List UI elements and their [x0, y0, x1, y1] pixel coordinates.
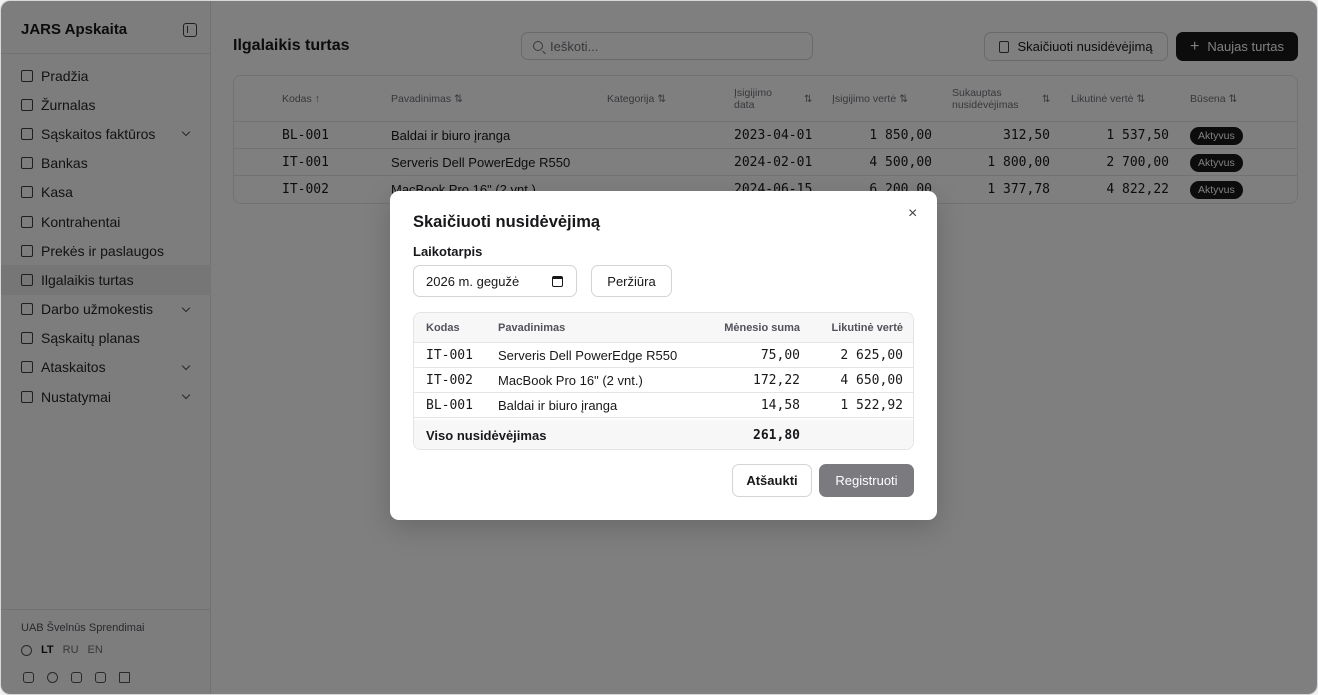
- cell-code: IT-002: [426, 373, 473, 388]
- cancel-button[interactable]: Atšaukti: [732, 464, 812, 497]
- period-month-input[interactable]: 2026 m. gegužė: [413, 265, 577, 297]
- depreciation-dialog: Skaičiuoti nusidėvėjimą × Laikotarpis 20…: [390, 191, 937, 520]
- cell-residual: 2 625,00: [840, 348, 903, 363]
- header-monthly-amount: Mėnesio suma: [724, 322, 800, 334]
- depreciation-preview-table: Kodas Pavadinimas Mėnesio suma Likutinė …: [413, 312, 914, 450]
- calendar-icon[interactable]: [552, 276, 563, 287]
- table-row: IT-001 Serveris Dell PowerEdge R550 75,0…: [414, 343, 913, 368]
- table-row: IT-002 MacBook Pro 16" (2 vnt.) 172,22 4…: [414, 368, 913, 393]
- cell-name: Serveris Dell PowerEdge R550: [498, 348, 678, 363]
- register-button[interactable]: Registruoti: [819, 464, 914, 497]
- period-label: Laikotarpis: [413, 244, 483, 259]
- cell-residual: 4 650,00: [840, 373, 903, 388]
- header-residual-value: Likutinė vertė: [831, 322, 903, 334]
- cell-monthly: 75,00: [760, 348, 800, 363]
- header-name: Pavadinimas: [498, 322, 566, 334]
- total-value: 261,80: [753, 427, 800, 443]
- table-row: BL-001 Baldai ir biuro įranga 14,58 1 52…: [414, 393, 913, 418]
- total-row: Viso nusidėvėjimas 261,80: [414, 420, 913, 449]
- total-label: Viso nusidėvėjimas: [426, 427, 547, 443]
- close-icon[interactable]: ×: [908, 205, 917, 223]
- cell-residual: 1 522,92: [840, 398, 903, 413]
- app-window: JARS Apskaita Pradžia Žurnalas Sąskaitos…: [0, 0, 1318, 695]
- cell-name: Baldai ir biuro įranga: [498, 398, 618, 413]
- header-code: Kodas: [426, 322, 460, 334]
- cell-name: MacBook Pro 16" (2 vnt.): [498, 373, 643, 388]
- cell-monthly: 172,22: [753, 373, 800, 388]
- preview-button[interactable]: Peržiūra: [591, 265, 672, 297]
- period-value: 2026 m. gegužė: [426, 273, 520, 289]
- cell-monthly: 14,58: [760, 398, 800, 413]
- cell-code: BL-001: [426, 398, 473, 413]
- cell-code: IT-001: [426, 348, 473, 363]
- dialog-title: Skaičiuoti nusidėvėjimą: [413, 213, 601, 231]
- table-header: Kodas Pavadinimas Mėnesio suma Likutinė …: [414, 313, 913, 343]
